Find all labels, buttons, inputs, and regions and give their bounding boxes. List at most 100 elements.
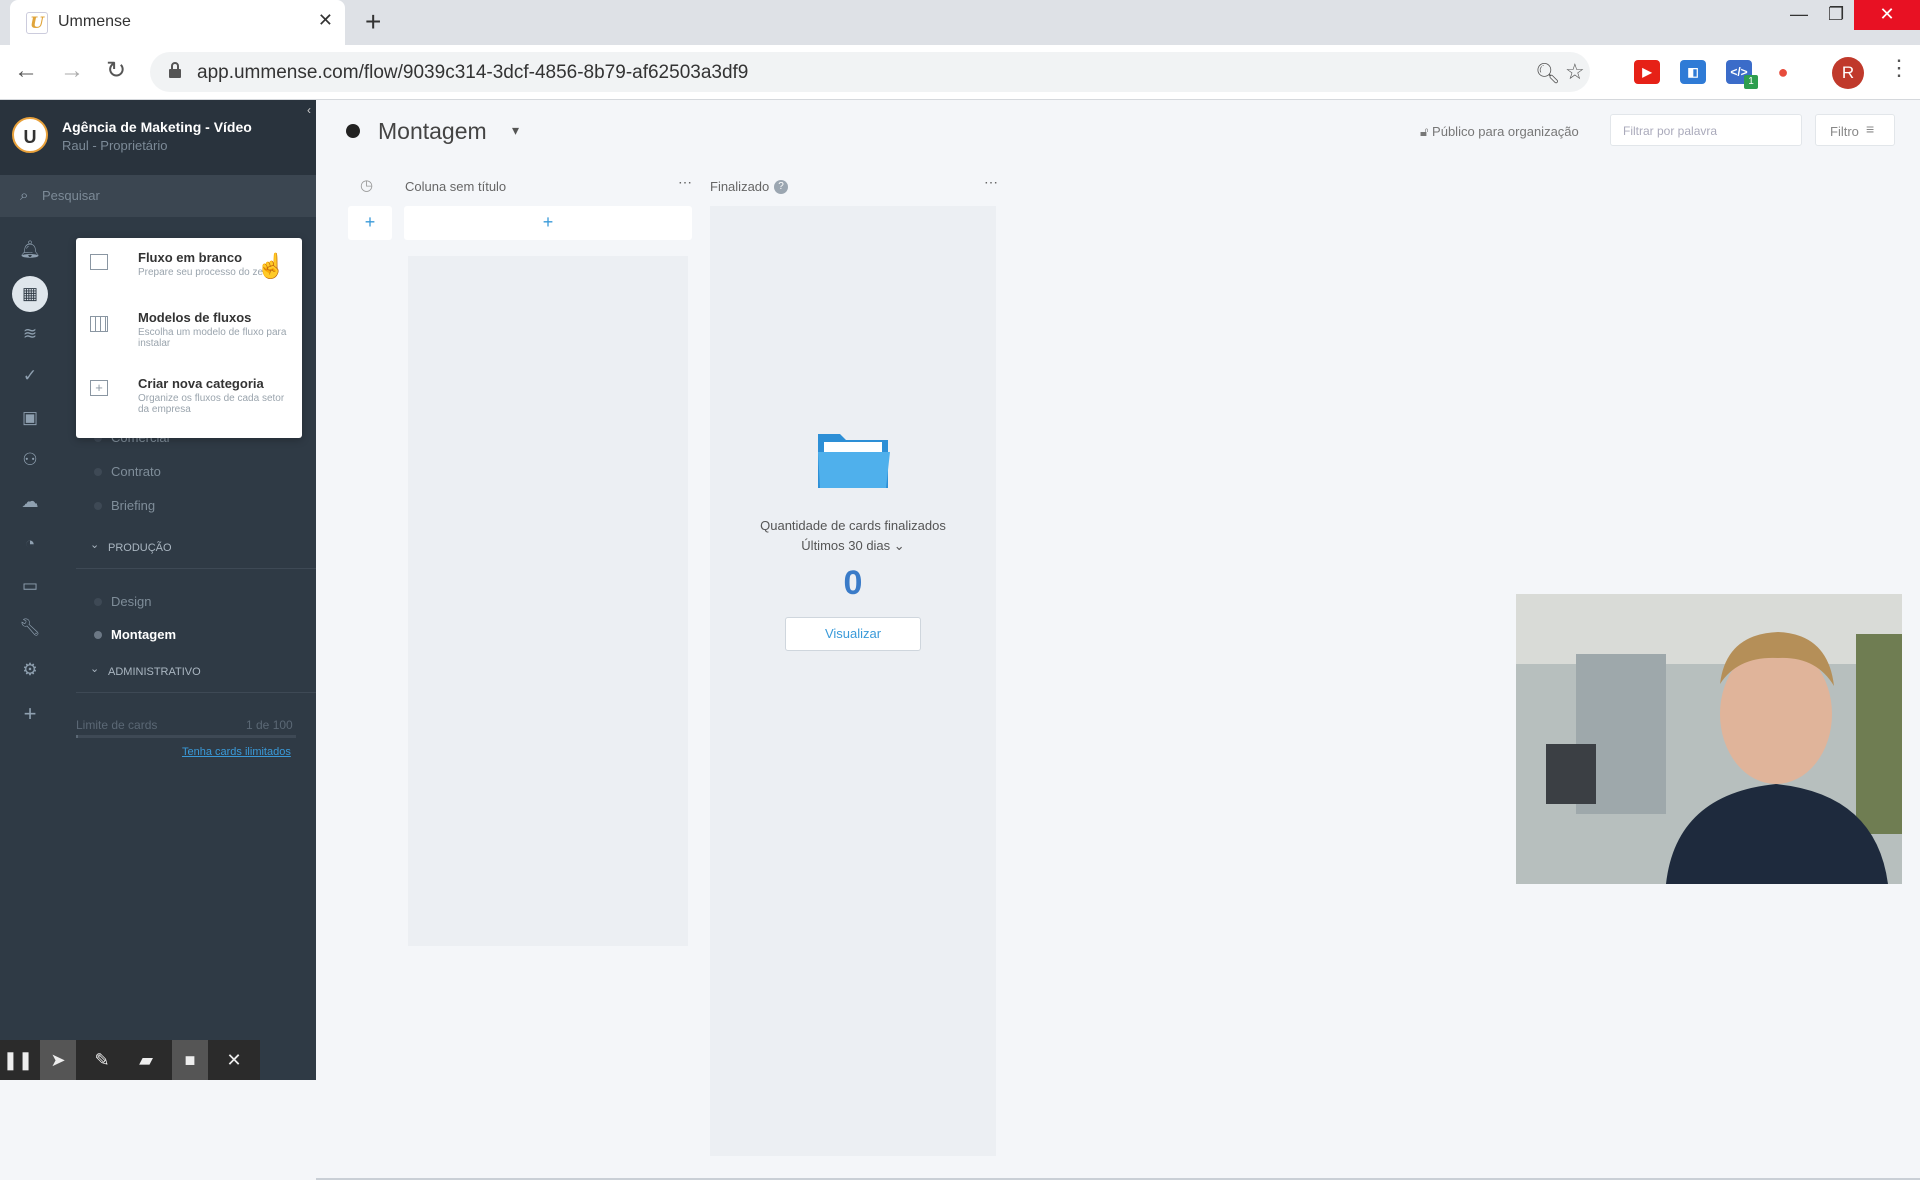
webcam-video [1516, 594, 1902, 884]
filter-placeholder: Filtrar por palavra [1623, 124, 1718, 138]
sidebar-item-contrato[interactable]: Contrato [111, 464, 161, 479]
pen-icon[interactable]: ✎ [84, 1040, 120, 1080]
restore-icon[interactable]: ❐ [1828, 4, 1844, 25]
org-role: Raul - Proprietário [62, 138, 168, 153]
back-icon[interactable]: ← [14, 57, 38, 85]
extension-icon[interactable]: ◧ [1680, 60, 1706, 84]
address-bar[interactable]: app.ummense.com/flow/9039c314-3dcf-4856-… [150, 52, 1590, 92]
minimize-icon[interactable]: — [1790, 4, 1808, 25]
filter-button[interactable]: Filtro ≡ [1815, 114, 1895, 146]
sidebar-search[interactable]: ⌕ Pesquisar [0, 175, 316, 217]
help-icon[interactable]: ? [774, 180, 788, 194]
app-root: U Agência de Maketing - Vídeo Raul - Pro… [0, 100, 1920, 1180]
url-text: app.ummense.com/flow/9039c314-3dcf-4856-… [197, 62, 749, 83]
chart-pie-icon[interactable]: ◔ [18, 532, 42, 556]
zoom-icon[interactable]: 🔍︎ [1535, 61, 1560, 86]
filter-button-label: Filtro [1830, 124, 1859, 139]
unlock-icon: 🔓︎ [1420, 124, 1433, 139]
org-name: Agência de Maketing - Vídeo [62, 119, 252, 135]
chevron-down-icon[interactable]: ⌄ [90, 662, 99, 675]
nav-dot [94, 598, 102, 606]
column-title[interactable]: Finalizado [710, 179, 769, 194]
blank-page-icon [90, 254, 108, 270]
webcam-overlay [1516, 594, 1902, 884]
browser-tabstrip: U Ummense ✕ + — ❐ ✕ [0, 0, 1920, 45]
filter-input[interactable]: Filtrar por palavra [1610, 114, 1802, 146]
visibility-label[interactable]: 🔓︎ Público para organização [1420, 124, 1579, 140]
flows-icon[interactable]: ▦ [18, 282, 42, 306]
reload-icon[interactable]: ↻ [106, 57, 126, 85]
layers-icon[interactable]: ≋ [18, 322, 42, 346]
mouse-cursor-icon: ☝ [256, 253, 286, 280]
sidebar-item-montagem[interactable]: Montagem [111, 627, 176, 642]
window-close-button[interactable]: ✕ [1854, 0, 1920, 30]
flow-title[interactable]: Montagem [378, 118, 487, 145]
finalized-column-body [710, 206, 996, 1156]
browser-tab[interactable]: U Ummense ✕ [10, 0, 345, 45]
dropdown-item-flow-templates[interactable]: Modelos de fluxos Escolha um modelo de f… [76, 302, 302, 362]
cloud-icon[interactable]: ☁ [18, 490, 42, 514]
ummense-favicon-icon: U [26, 12, 48, 34]
caret-down-icon[interactable]: ▾ [512, 122, 519, 139]
column-menu-icon[interactable]: ⋯ [984, 174, 998, 191]
finalized-range-select[interactable]: Últimos 30 dias ⌄ [710, 538, 996, 554]
card-limit-count: 1 de 100 [246, 718, 293, 732]
section-producao[interactable]: PRODUÇÃO [108, 542, 172, 554]
highlighter-icon[interactable]: ▰ [128, 1040, 164, 1080]
unlimited-cards-link[interactable]: Tenha cards ilimitados [182, 746, 291, 758]
browser-menu-icon[interactable]: ⋮ [1888, 55, 1910, 81]
card-limit-fill [76, 735, 79, 738]
bell-icon[interactable]: 🔔︎ [18, 238, 42, 262]
pause-icon[interactable]: ❚❚ [0, 1040, 36, 1080]
card-limit-label: Limite de cards [76, 718, 158, 732]
sidebar: U Agência de Maketing - Vídeo Raul - Pro… [0, 100, 316, 1080]
folder-icon [818, 434, 890, 488]
dropdown-item-title: Modelos de fluxos [138, 310, 252, 325]
camera-icon[interactable]: ■ [172, 1040, 208, 1080]
card-limit-bar [76, 735, 296, 738]
search-placeholder: Pesquisar [42, 188, 100, 203]
dropdown-item-desc: Organize os fluxos de cada setor da empr… [138, 393, 285, 415]
youtube-extension-icon[interactable]: ▶ [1634, 60, 1660, 84]
pointer-icon[interactable]: ➤ [40, 1040, 76, 1080]
profile-avatar[interactable]: R [1832, 57, 1864, 89]
tab-close-icon[interactable]: ✕ [318, 10, 333, 31]
divider [76, 568, 316, 569]
section-administrativo[interactable]: ADMINISTRATIVO [108, 666, 201, 678]
bookmark-star-icon[interactable]: ☆ [1565, 59, 1585, 85]
finalized-range-text: Últimos 30 dias [801, 538, 891, 553]
calendar-icon[interactable]: ▣ [18, 406, 42, 430]
add-column-button[interactable]: + [348, 206, 392, 240]
collapse-sidebar-icon[interactable]: ‹ [302, 100, 316, 120]
sidebar-item-design[interactable]: Design [111, 594, 151, 609]
users-icon[interactable]: ⚇ [18, 448, 42, 472]
finalized-count: 0 [843, 564, 863, 602]
add-card-button[interactable]: + [404, 206, 692, 240]
dropdown-item-title: Fluxo em branco [138, 250, 243, 265]
new-tab-button[interactable]: + [365, 8, 381, 36]
flow-color-dot[interactable] [346, 124, 360, 138]
nav-dot [94, 468, 102, 476]
org-logo: U [12, 117, 48, 153]
column-title[interactable]: Coluna sem título [405, 179, 506, 194]
nav-dot-active [94, 631, 102, 639]
history-icon[interactable]: ◷ [360, 176, 373, 194]
column-menu-icon[interactable]: ⋯ [678, 174, 692, 191]
wrench-icon[interactable]: 🔧︎ [18, 616, 42, 640]
new-flow-dropdown: Fluxo em branco Prepare seu processo do … [76, 238, 302, 438]
view-finalized-button[interactable]: Visualizar [785, 617, 921, 651]
dropdown-item-new-category[interactable]: + Criar nova categoria Organize os fluxo… [76, 368, 302, 428]
briefcase-icon[interactable]: ▭ [18, 574, 42, 598]
chevron-down-icon[interactable]: ⌄ [90, 538, 99, 551]
record-extension-icon[interactable]: ● [1770, 60, 1796, 84]
org-header[interactable]: U Agência de Maketing - Vídeo Raul - Pro… [0, 100, 316, 175]
divider [76, 692, 316, 693]
settings-icon[interactable]: ⚙ [18, 658, 42, 682]
sidebar-item-briefing[interactable]: Briefing [111, 498, 155, 513]
forward-icon[interactable]: → [60, 57, 84, 85]
dropdown-item-desc: Escolha um modelo de fluxo para instalar [138, 327, 287, 349]
plus-icon[interactable]: + [18, 702, 42, 726]
close-icon[interactable]: ✕ [216, 1040, 252, 1080]
recorder-toolbar: ❚❚ ➤ ✎ ▰ ■ ✕ [0, 1040, 260, 1080]
check-circle-icon[interactable]: ✓ [18, 364, 42, 388]
